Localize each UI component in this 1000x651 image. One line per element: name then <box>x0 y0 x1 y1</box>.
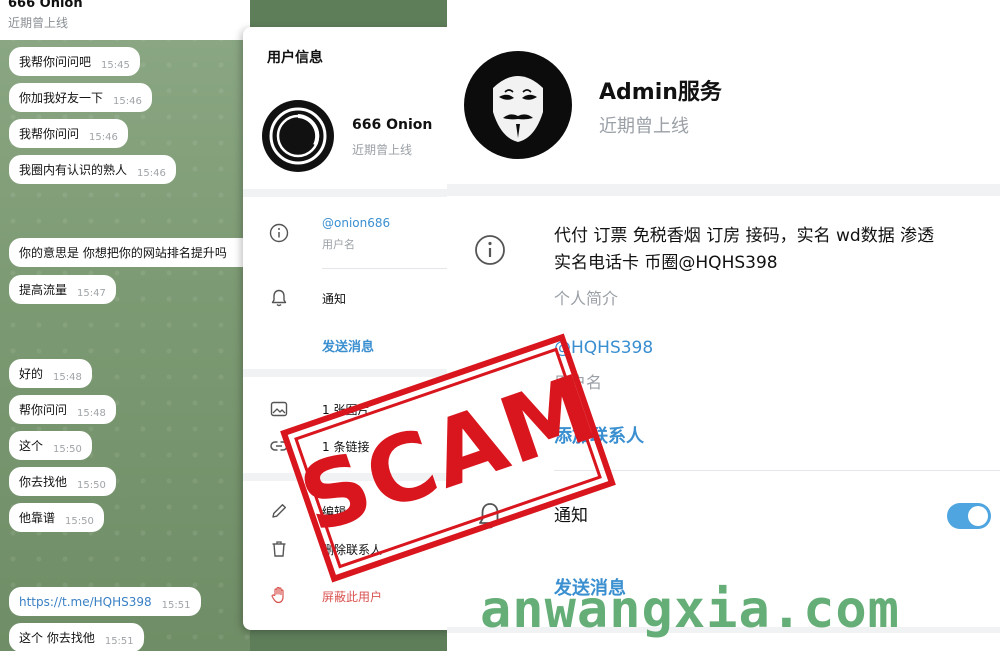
bio-label: 个人简介 <box>554 289 619 308</box>
info-icon <box>269 223 289 243</box>
message-bubble[interactable]: 他靠谱 15:50 <box>9 503 104 532</box>
message-time: 15:50 <box>65 516 94 527</box>
profile-name: Admin服务 <box>599 80 722 105</box>
message-bubble[interactable]: 这个 你去找他 15:51 <box>9 623 144 651</box>
divider <box>322 268 453 269</box>
message-time: 15:46 <box>89 132 118 143</box>
message-text: 他靠谱 <box>19 511 56 525</box>
message-text: 这个 <box>19 439 44 453</box>
message-text: 这个 你去找他 <box>19 631 95 645</box>
block-user-button[interactable]: 屏蔽此用户 <box>322 588 382 605</box>
message-time: 15:46 <box>137 168 166 179</box>
site-watermark: anwangxia.com <box>480 580 900 640</box>
message-text: 你去找他 <box>19 475 68 489</box>
message-text: 我圈内有认识的熟人 <box>19 163 128 177</box>
message-text: 我帮你问问 <box>19 127 80 141</box>
notify-toggle[interactable] <box>947 503 991 529</box>
bio-line: 代付 订票 免税香烟 订房 接码，实名 wd数据 渗透 <box>554 226 935 246</box>
message-text: 你的意思是 你想把你的网站排名提升吗 <box>19 246 227 260</box>
message-time: 15:45 <box>101 60 130 71</box>
trash-icon <box>272 541 286 557</box>
message-bubble[interactable]: https://t.me/HQHS398 15:51 <box>9 587 201 616</box>
image-icon <box>270 401 288 417</box>
message-bubble[interactable]: 你加我好友一下 15:46 <box>9 83 152 112</box>
username-link[interactable]: @onion686 <box>322 216 390 230</box>
hand-stop-icon <box>271 586 284 604</box>
message-text: 提高流量 <box>19 283 68 297</box>
profile-status: 近期曾上线 <box>599 116 689 137</box>
message-text: 你加我好友一下 <box>19 91 104 105</box>
message-bubble[interactable]: 我帮你问问吧 15:45 <box>9 47 140 76</box>
bell-icon <box>271 289 287 307</box>
chat-status: 近期曾上线 <box>8 16 69 30</box>
notify-label[interactable]: 通知 <box>322 290 346 307</box>
contact-name: 666 Onion <box>352 117 433 133</box>
message-bubble[interactable]: 我帮你问问 15:46 <box>9 119 128 148</box>
message-time: 15:50 <box>53 444 82 455</box>
info-icon <box>475 235 505 265</box>
message-bubble[interactable]: 你去找他 15:50 <box>9 467 116 496</box>
message-time: 15:47 <box>77 288 106 299</box>
message-bubble[interactable]: 提高流量 15:47 <box>9 275 116 304</box>
section-divider <box>243 189 453 197</box>
section-divider <box>243 369 453 377</box>
message-bubble[interactable]: 我圈内有认识的熟人 15:46 <box>9 155 176 184</box>
username-label: 用户名 <box>322 238 355 251</box>
bio-text: 代付 订票 免税香烟 订房 接码，实名 wd数据 渗透 实名电话卡 币圈@HQH… <box>554 223 994 277</box>
message-time: 15:48 <box>53 372 82 383</box>
toggle-knob <box>968 506 988 526</box>
notify-label: 通知 <box>554 506 588 526</box>
pencil-icon <box>272 504 286 518</box>
message-text: 好的 <box>19 367 44 381</box>
bio-line: 实名电话卡 币圈@HQHS398 <box>554 253 778 273</box>
chat-header[interactable]: 666 Onion 近期曾上线 <box>0 0 250 40</box>
info-card-title: 用户信息 <box>267 50 323 66</box>
avatar[interactable] <box>261 99 335 173</box>
message-time: 15:46 <box>113 96 142 107</box>
send-message-button[interactable]: 发送消息 <box>322 336 374 355</box>
contact-status: 近期曾上线 <box>352 143 413 157</box>
message-time: 15:51 <box>161 600 191 611</box>
message-text: 我帮你问问吧 <box>19 55 92 69</box>
message-link[interactable]: https://t.me/HQHS398 <box>19 595 152 609</box>
avatar[interactable] <box>463 50 573 160</box>
message-bubble[interactable]: 这个 15:50 <box>9 431 92 460</box>
profile-panel: Admin服务 近期曾上线 代付 订票 免税香烟 订房 接码，实名 wd数据 渗… <box>447 0 1000 651</box>
message-bubble[interactable]: 帮你问问 15:48 <box>9 395 116 424</box>
divider <box>554 470 1000 471</box>
message-text: 帮你问问 <box>19 403 68 417</box>
message-bubble[interactable]: 你的意思是 你想把你的网站排名提升吗 <box>9 238 250 267</box>
section-divider <box>447 184 1000 196</box>
chat-title: 666 Onion <box>8 0 83 11</box>
message-time: 15:48 <box>77 408 106 419</box>
message-time: 15:50 <box>77 480 106 491</box>
message-bubble[interactable]: 好的 15:48 <box>9 359 92 388</box>
chat-panel: 666 Onion 近期曾上线 我帮你问问吧 15:45 你加我好友一下 15:… <box>0 0 250 651</box>
message-time: 15:51 <box>104 636 134 647</box>
